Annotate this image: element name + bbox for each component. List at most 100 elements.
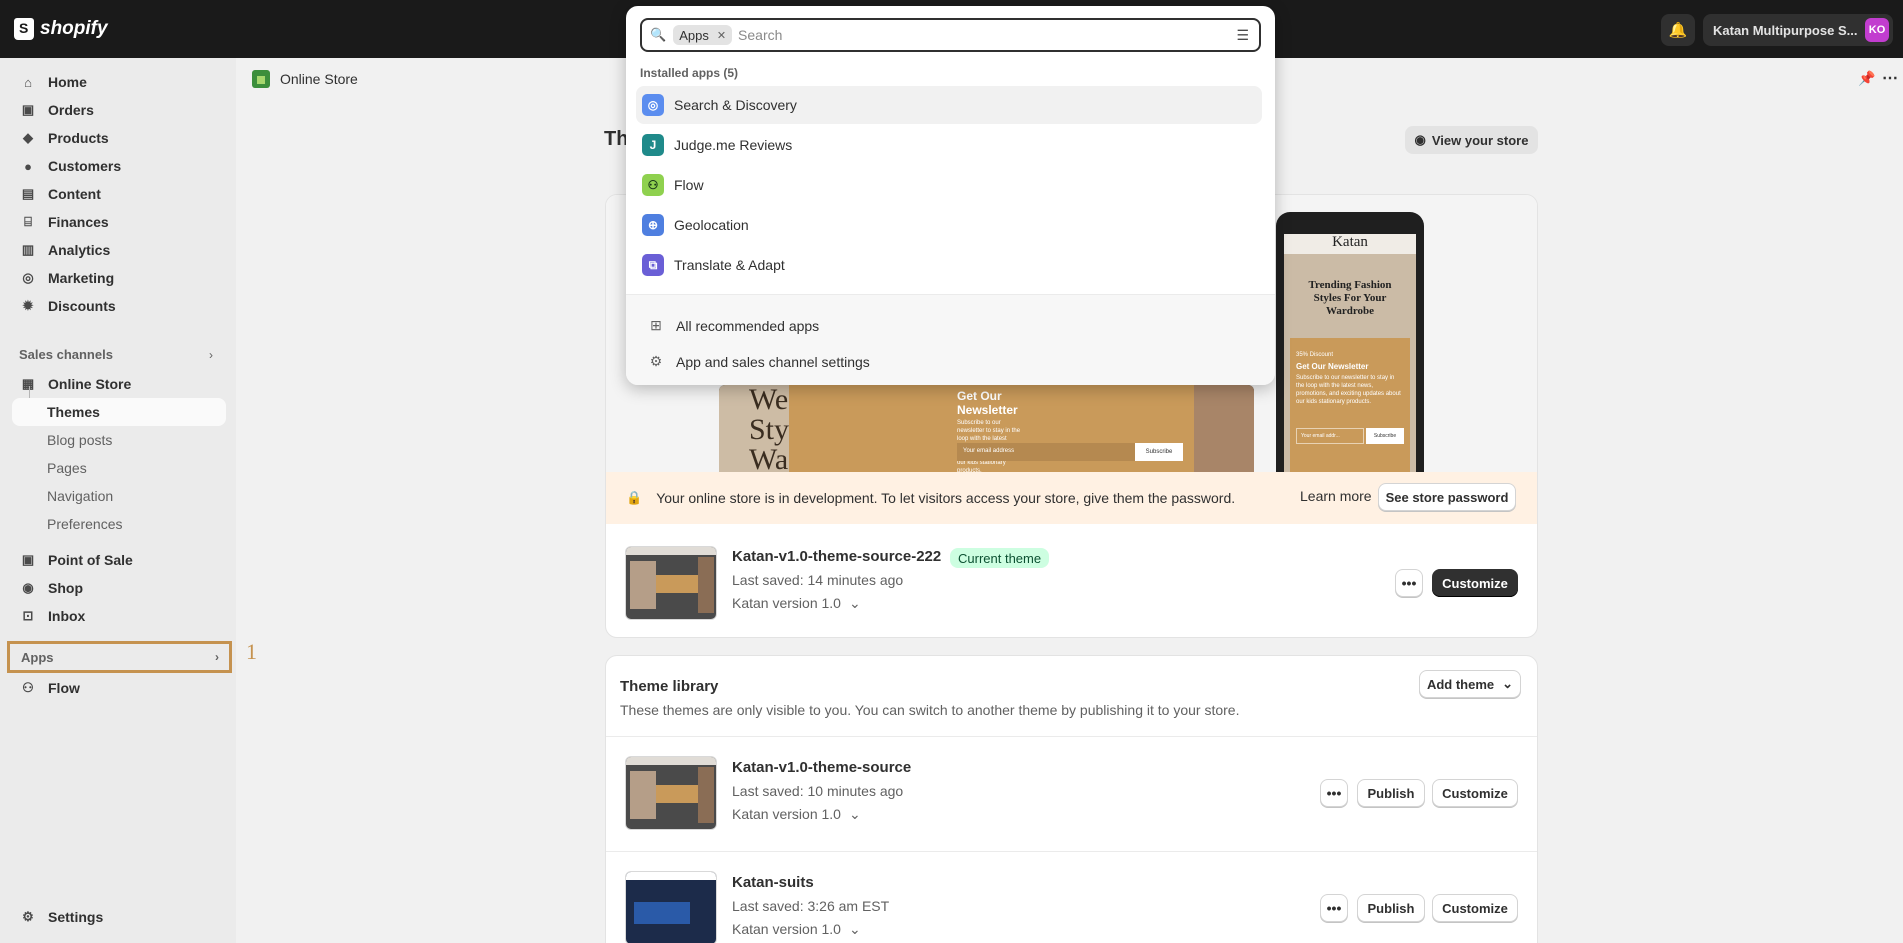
- sidebar-item-themes[interactable]: Themes: [12, 398, 226, 426]
- app-label: Judge.me Reviews: [674, 137, 793, 153]
- app-item-flow[interactable]: ⚇ Flow: [636, 166, 1262, 204]
- chevron-down-icon: ⌄: [848, 595, 861, 611]
- theme-name: Katan-v1.0-theme-source: [732, 759, 912, 776]
- store-switcher[interactable]: Katan Multipurpose S... KO: [1703, 14, 1893, 46]
- more-actions-button[interactable]: •••: [1320, 894, 1348, 922]
- last-saved: Last saved: 14 minutes ago: [732, 572, 904, 588]
- publish-button[interactable]: Publish: [1357, 894, 1425, 922]
- sidebar-item-content[interactable]: ▤ Content: [12, 181, 226, 207]
- lock-icon: 🔒: [626, 490, 643, 505]
- annotation-one: 1: [246, 639, 257, 664]
- target-icon: ◎: [22, 270, 34, 285]
- shopify-logo[interactable]: shopify: [14, 18, 108, 40]
- publish-button[interactable]: Publish: [1357, 779, 1425, 807]
- breadcrumb[interactable]: Online Store: [252, 70, 358, 88]
- sidebar-item-customers[interactable]: ● Customers: [12, 153, 226, 179]
- chevron-right-icon: ›: [215, 650, 219, 664]
- all-recommended-apps-link[interactable]: ⊞ All recommended apps: [648, 317, 819, 334]
- theme-thumbnail[interactable]: [625, 546, 717, 620]
- sidebar-item-pages[interactable]: Pages: [47, 456, 87, 480]
- see-store-password-button[interactable]: See store password: [1378, 483, 1516, 511]
- sidebar: ⌂ Home ▣ Orders ◆ Products ● Customers ▤ Cont…: [0, 58, 236, 943]
- app-item-judgeme-reviews[interactable]: J Judge.me Reviews: [636, 126, 1262, 164]
- sales-channels-heading[interactable]: Sales channels: [19, 344, 113, 364]
- sidebar-item-label: Flow: [48, 680, 80, 696]
- bell-icon[interactable]: 🔔: [1661, 14, 1695, 46]
- dev-store-banner: 🔒 Your online store is in development. T…: [606, 472, 1537, 524]
- sidebar-item-discounts[interactable]: ✹ Discounts: [12, 293, 226, 319]
- learn-more-link[interactable]: Learn more: [1300, 488, 1372, 504]
- sidebar-item-shop[interactable]: ◉ Shop: [12, 575, 226, 601]
- sidebar-item-online-store[interactable]: ▦ Online Store: [12, 371, 226, 397]
- sidebar-item-point-of-sale[interactable]: ▣ Point of Sale: [12, 547, 226, 573]
- app-label: Translate & Adapt: [674, 257, 785, 273]
- preview-news-title: Get Our Newsletter: [957, 389, 1018, 417]
- sidebar-item-blog-posts[interactable]: Blog posts: [47, 428, 112, 452]
- sidebar-item-analytics[interactable]: ▥ Analytics: [12, 237, 226, 263]
- inbox-icon: ⊡: [22, 608, 34, 623]
- more-actions-button[interactable]: •••: [1320, 779, 1348, 807]
- banner-text: Your online store is in development. To …: [656, 490, 1236, 506]
- sidebar-item-label: Discounts: [48, 298, 116, 314]
- pin-icon[interactable]: 📌: [1858, 70, 1875, 87]
- theme-version[interactable]: Katan version 1.0 ⌄: [732, 921, 861, 938]
- theme-thumbnail[interactable]: [625, 871, 717, 943]
- more-actions-button[interactable]: •••: [1395, 569, 1423, 597]
- version-label: Katan version 1.0: [732, 806, 841, 822]
- sidebar-item-label: Themes: [47, 404, 100, 420]
- customize-button[interactable]: Customize: [1432, 894, 1518, 922]
- sidebar-item-label: Marketing: [48, 270, 115, 286]
- version-label: Katan version 1.0: [732, 595, 841, 611]
- filter-icon[interactable]: ☰: [1236, 27, 1249, 44]
- customize-button[interactable]: Customize: [1432, 569, 1518, 597]
- sidebar-item-finances[interactable]: ⌸ Finances: [12, 209, 226, 235]
- app-item-translate-adapt[interactable]: ⧉ Translate & Adapt: [636, 246, 1262, 284]
- sidebar-item-orders[interactable]: ▣ Orders: [12, 97, 226, 123]
- app-label: Geolocation: [674, 217, 749, 233]
- installed-apps-heading: Installed apps (5): [640, 66, 739, 80]
- search-input[interactable]: [738, 27, 1219, 43]
- current-theme-badge: Current theme: [950, 548, 1050, 568]
- preview-left-pane: We Sty Wa: [719, 385, 789, 472]
- home-icon: ⌂: [24, 74, 32, 90]
- theme-version[interactable]: Katan version 1.0 ⌄: [732, 595, 861, 612]
- sidebar-item-home[interactable]: ⌂ Home: [12, 69, 226, 95]
- apps-filter-chip[interactable]: Apps ✕: [673, 25, 733, 45]
- sidebar-item-label: Orders: [48, 102, 94, 118]
- sidebar-item-settings[interactable]: ⚙ Settings: [12, 904, 226, 930]
- app-item-geolocation[interactable]: ⊕ Geolocation: [636, 206, 1262, 244]
- theme-version[interactable]: Katan version 1.0 ⌄: [732, 806, 861, 823]
- sidebar-item-label: Content: [48, 186, 101, 202]
- sidebar-item-label: Customers: [48, 158, 122, 174]
- chevron-down-icon: ⌄: [848, 806, 861, 822]
- phone-preview: Katan Trending Fashion Styles For Your W…: [1276, 212, 1424, 472]
- more-icon[interactable]: ⋯: [1882, 68, 1898, 88]
- theme-thumbnail[interactable]: [625, 756, 717, 830]
- close-icon[interactable]: ✕: [717, 29, 726, 42]
- sidebar-item-inbox[interactable]: ⊡ Inbox: [12, 603, 226, 629]
- preview-email-field: Your email address: [957, 443, 1135, 461]
- sidebar-item-preferences[interactable]: Preferences: [47, 512, 122, 536]
- library-title: Theme library: [620, 678, 719, 695]
- app-item-search-discovery[interactable]: ◎ Search & Discovery: [636, 86, 1262, 124]
- add-theme-button[interactable]: Add theme ⌄: [1419, 670, 1521, 698]
- app-settings-link[interactable]: ⚙ App and sales channel settings: [648, 353, 870, 370]
- chevron-down-icon: ⌄: [848, 921, 861, 937]
- sidebar-item-label: Inbox: [48, 608, 86, 624]
- view-store-button[interactable]: ◉ View your store: [1405, 126, 1538, 154]
- sidebar-item-navigation[interactable]: Navigation: [47, 484, 113, 508]
- gear-icon: ⚙: [22, 909, 34, 924]
- sidebar-item-products[interactable]: ◆ Products: [12, 125, 226, 151]
- theme-name: Katan-v1.0-theme-source-222: [732, 548, 942, 565]
- chevron-right-icon[interactable]: ›: [209, 348, 213, 362]
- sidebar-item-flow[interactable]: ⚇ Flow: [12, 675, 226, 701]
- phone-headline: Trending Fashion Styles For Your Wardrob…: [1308, 279, 1392, 317]
- divider: [606, 851, 1537, 852]
- sidebar-item-marketing[interactable]: ◎ Marketing: [12, 265, 226, 291]
- sidebar-item-label: Home: [48, 74, 87, 90]
- sidebar-item-apps[interactable]: Apps ›: [7, 641, 232, 673]
- search-bar[interactable]: 🔍 Apps ✕ ☰: [640, 18, 1261, 52]
- store-name: Katan Multipurpose S...: [1713, 22, 1858, 38]
- customize-button[interactable]: Customize: [1432, 779, 1518, 807]
- globe-icon: ⊕: [642, 214, 664, 236]
